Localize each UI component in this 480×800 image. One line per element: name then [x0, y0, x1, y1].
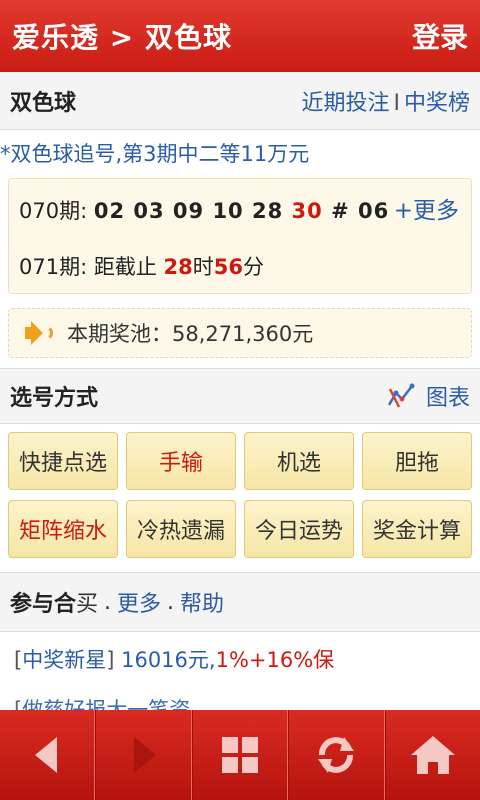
previous-draw-numbers: 02 03 09 10 28	[93, 199, 292, 223]
group-buy-more-link[interactable]: 更多	[117, 586, 161, 618]
chart-icon	[387, 383, 415, 408]
grid-menu-icon	[222, 737, 259, 773]
dot-separator: .	[104, 589, 112, 615]
forward-arrow-icon	[133, 737, 156, 773]
jackpot-pool-text: 本期奖池：58,271,360元	[67, 322, 314, 346]
dot-separator: .	[167, 589, 175, 615]
hot-cold-button[interactable]: 冷热遗漏	[126, 500, 236, 558]
group-buy-help-link[interactable]: 帮助	[180, 586, 224, 618]
back-button[interactable]	[0, 710, 96, 800]
group-buy-header: 参与合买 . 更多 . 帮助	[0, 572, 480, 632]
link-separator: I	[393, 90, 400, 116]
login-button[interactable]: 登录	[412, 16, 468, 56]
group-buy-title: 参与合	[10, 592, 77, 617]
list-item[interactable]: [中奖新星] 16016元,1%+16%保	[0, 644, 480, 684]
banker-drag-button[interactable]: 胆拖	[362, 432, 472, 490]
chart-label: 图表	[425, 386, 470, 411]
list-item-amount: 16016元,	[121, 648, 216, 672]
more-draws-link[interactable]: +更多	[394, 191, 459, 225]
speaker-icon	[23, 320, 53, 346]
promo-link[interactable]: *双色球追号,第3期中二等11万元	[0, 138, 309, 168]
list-item-tag: [中奖新星]	[14, 648, 115, 672]
game-links: 近期投注 I 中奖榜	[301, 85, 470, 117]
refresh-icon	[318, 737, 355, 773]
page-title: 爱乐透 > 双色球	[12, 21, 232, 54]
draw-info-box: 070期: 02 03 09 10 28 30 # 06 +更多 071期: 距…	[8, 178, 472, 294]
bottom-nav	[0, 710, 480, 800]
countdown-hours-unit: 时	[192, 255, 214, 279]
previous-draw-highlight: 30	[291, 199, 323, 223]
top-bar: 爱乐透 > 双色球 登录	[0, 0, 480, 72]
jackpot-pool: 本期奖池：58,271,360元	[8, 308, 472, 358]
recent-bets-link[interactable]: 近期投注	[301, 91, 389, 116]
forward-button[interactable]	[95, 710, 192, 800]
pick-method-header: 选号方式 图表	[0, 368, 480, 424]
list-item-percent: 1%+16%保	[215, 648, 335, 672]
home-button[interactable]	[384, 710, 480, 800]
menu-button[interactable]	[191, 710, 289, 800]
next-draw-row: 071期: 距截止 28时56分	[19, 251, 264, 281]
previous-draw-label: 070期:	[19, 199, 94, 223]
next-draw-label: 071期: 距截止	[19, 255, 164, 279]
home-icon	[410, 736, 455, 774]
refresh-button[interactable]	[288, 710, 385, 800]
pick-method-grid: 快捷点选 手输 机选 胆拖 矩阵缩水 冷热遗漏 今日运势 奖金计算	[8, 432, 472, 558]
previous-draw-blue: # 06	[322, 199, 390, 223]
back-arrow-icon	[35, 737, 58, 773]
countdown-hours: 28	[163, 255, 193, 279]
prize-calculator-button[interactable]: 奖金计算	[362, 500, 472, 558]
previous-draw-row: 070期: 02 03 09 10 28 30 # 06	[19, 195, 389, 225]
manual-entry-button[interactable]: 手输	[126, 432, 236, 490]
random-pick-button[interactable]: 机选	[244, 432, 354, 490]
pick-method-title: 选号方式	[10, 386, 99, 411]
countdown-minutes: 56	[213, 255, 243, 279]
chart-link[interactable]: 图表	[386, 380, 470, 412]
countdown-minutes-unit: 分	[242, 255, 264, 279]
game-header: 双色球 近期投注 I 中奖榜	[0, 72, 480, 130]
quick-pick-button[interactable]: 快捷点选	[8, 432, 118, 490]
daily-fortune-button[interactable]: 今日运势	[244, 500, 354, 558]
group-buy-title-tail: 买	[76, 592, 99, 617]
game-name: 双色球	[10, 90, 77, 116]
matrix-reduce-button[interactable]: 矩阵缩水	[8, 500, 118, 558]
winners-board-link[interactable]: 中奖榜	[404, 91, 470, 116]
